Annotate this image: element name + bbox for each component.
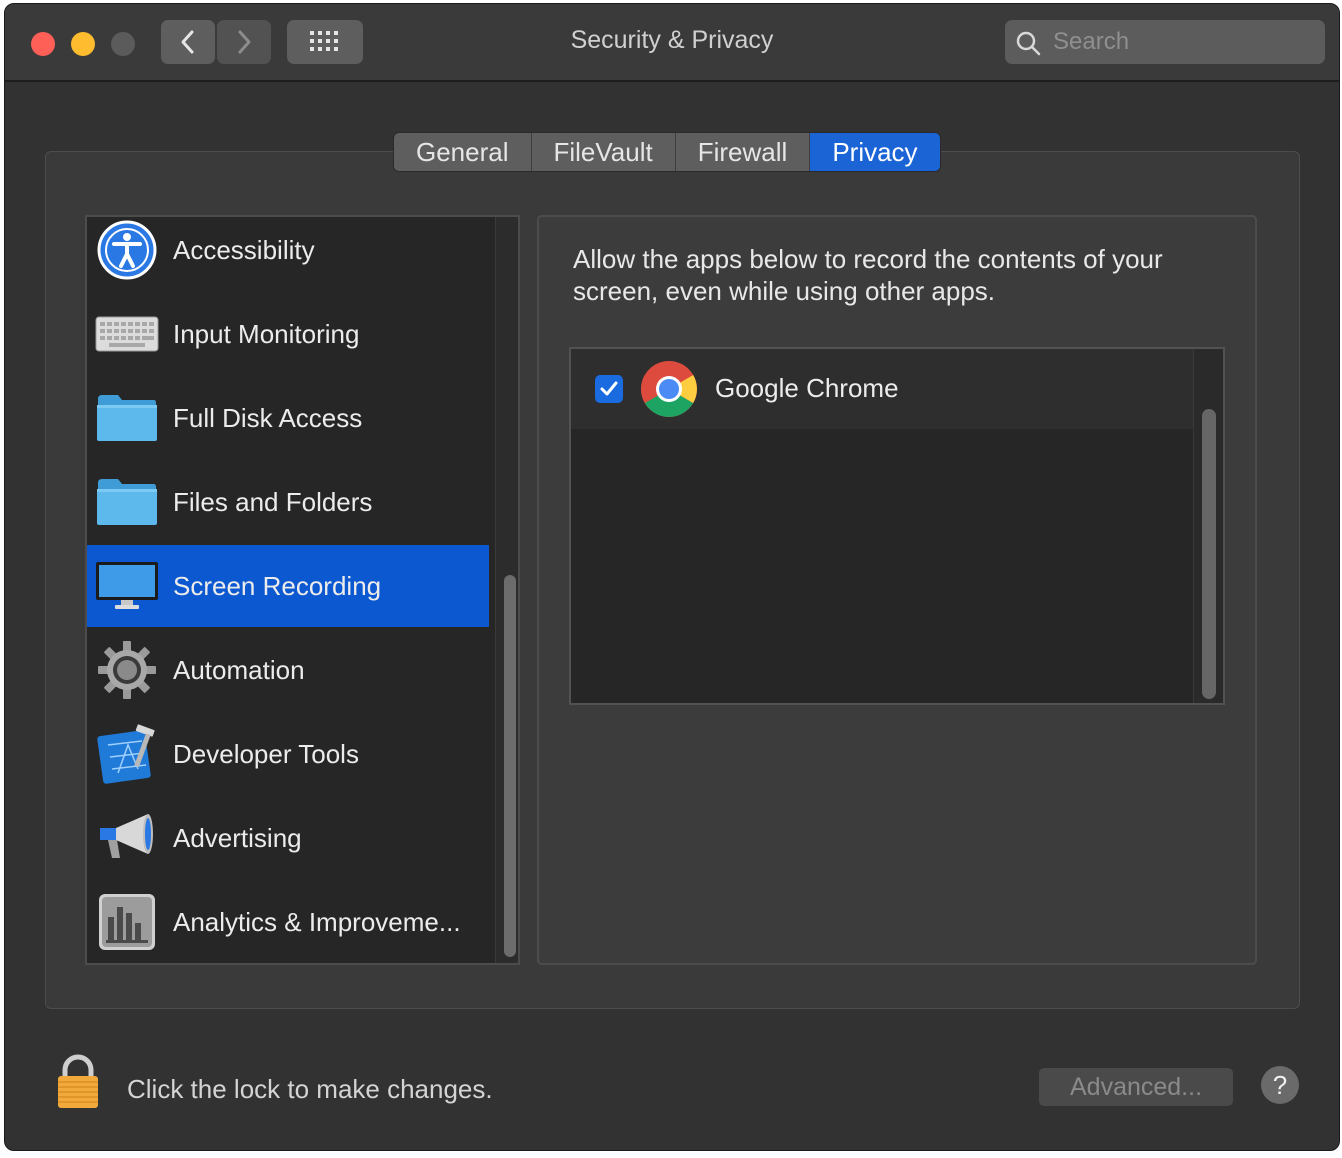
- tab-firewall[interactable]: Firewall: [675, 133, 811, 171]
- tab-general[interactable]: General: [394, 133, 532, 171]
- sidebar-item-label: Analytics & Improveme...: [173, 906, 461, 937]
- sidebar-item-label: Accessibility: [173, 234, 315, 265]
- checkmark-icon: [600, 381, 618, 396]
- tab-filevault[interactable]: FileVault: [531, 133, 676, 171]
- panel-description: Allow the apps below to record the conte…: [573, 244, 1163, 306]
- megaphone-icon: [95, 806, 159, 870]
- app-list-scrollbar-thumb[interactable]: [1202, 409, 1216, 699]
- sidebar-item-advertising[interactable]: Advertising: [87, 797, 489, 879]
- sidebar-item-input-monitoring[interactable]: Input Monitoring: [87, 293, 489, 375]
- lock-icon[interactable]: [55, 1054, 101, 1110]
- sidebar-item-developer-tools[interactable]: Developer Tools: [87, 713, 489, 795]
- xcode-icon: [95, 722, 159, 786]
- app-list: Google Chrome: [569, 347, 1225, 705]
- list-item[interactable]: Google Chrome: [571, 349, 1193, 429]
- sidebar-item-label: Advertising: [173, 822, 302, 853]
- sidebar-item-label: Screen Recording: [173, 570, 382, 601]
- sidebar-item-automation[interactable]: Automation: [87, 629, 489, 711]
- sidebar-item-label: Input Monitoring: [173, 318, 360, 349]
- privacy-category-list: Accessibility Input Monitoring Full Disk…: [85, 215, 520, 965]
- help-button[interactable]: ?: [1261, 1066, 1299, 1104]
- sidebar-item-label: Full Disk Access: [173, 402, 363, 433]
- keyboard-icon: [95, 302, 159, 366]
- display-icon: [95, 554, 159, 618]
- sidebar-item-analytics[interactable]: Analytics & Improveme...: [87, 881, 489, 963]
- sidebar-item-label: Files and Folders: [173, 486, 373, 517]
- app-enabled-checkbox[interactable]: [595, 375, 623, 403]
- tab-privacy[interactable]: Privacy: [810, 133, 940, 171]
- analytics-icon: [95, 890, 159, 954]
- app-name: Google Chrome: [715, 373, 899, 403]
- sidebar-item-accessibility[interactable]: Accessibility: [87, 217, 489, 291]
- search-input[interactable]: [1051, 25, 1315, 59]
- sidebar-scrollbar-thumb[interactable]: [504, 575, 516, 957]
- sidebar-item-screen-recording[interactable]: Screen Recording: [87, 545, 489, 627]
- sidebar-item-label: Developer Tools: [173, 738, 359, 769]
- sidebar-item-label: Automation: [173, 654, 305, 685]
- accessibility-icon: [95, 218, 159, 282]
- app-list-scrollbar[interactable]: [1193, 349, 1223, 703]
- tab-bar: General FileVault Firewall Privacy: [393, 132, 941, 172]
- lock-message: Click the lock to make changes.: [127, 1074, 493, 1104]
- folder-icon: [95, 470, 159, 534]
- sidebar-item-full-disk-access[interactable]: Full Disk Access: [87, 377, 489, 459]
- search-field[interactable]: [1005, 20, 1325, 64]
- sidebar-item-files-and-folders[interactable]: Files and Folders: [87, 461, 489, 543]
- title-bar: Security & Privacy: [5, 4, 1339, 82]
- folder-icon: [95, 386, 159, 450]
- gear-icon: [95, 638, 159, 702]
- screen-recording-panel: Allow the apps below to record the conte…: [537, 215, 1257, 965]
- advanced-button[interactable]: Advanced...: [1039, 1068, 1233, 1106]
- sidebar-scrollbar[interactable]: [495, 217, 518, 963]
- chrome-icon: [639, 359, 699, 419]
- search-icon: [1016, 31, 1041, 56]
- preferences-window: Security & Privacy General FileVault Fir…: [4, 3, 1340, 1151]
